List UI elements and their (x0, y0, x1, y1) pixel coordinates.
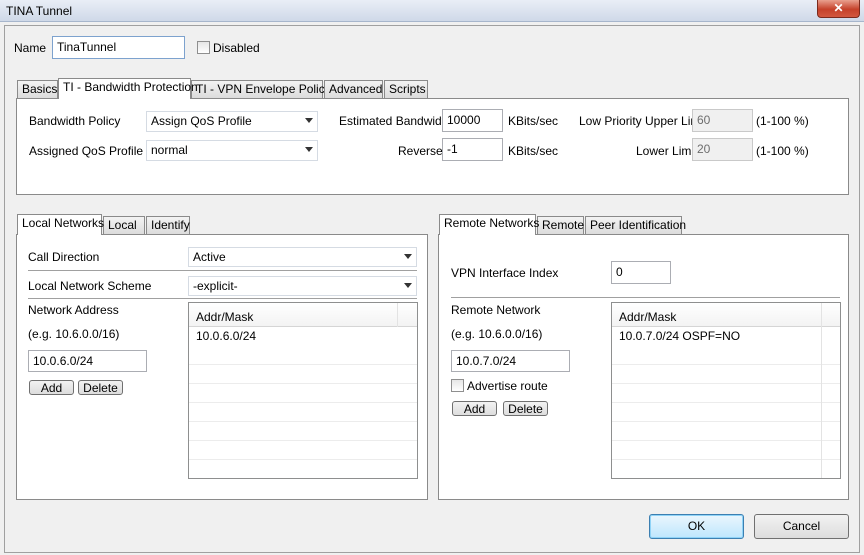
lower-limit-label: Lower Limit (636, 144, 698, 158)
tab-local-networks[interactable]: Local Networks (17, 214, 104, 235)
tab-vpn-envelope-policy[interactable]: TI - VPN Envelope Policy (191, 80, 331, 98)
name-label: Name (14, 41, 47, 55)
tab-basics[interactable]: Basics (17, 80, 58, 98)
tab-remote[interactable]: Remote (537, 216, 584, 234)
local-delete-button[interactable]: Delete (78, 380, 123, 395)
call-direction-select[interactable]: Active (188, 247, 417, 267)
remote-list-item[interactable]: 10.0.7.0/24 OSPF=NO (619, 329, 740, 343)
assigned-qos-label: Assigned QoS Profile (29, 144, 144, 158)
vpn-interface-index-label: VPN Interface Index (451, 266, 559, 280)
bandwidth-policy-select[interactable]: Assign QoS Profile (146, 111, 318, 132)
lower-limit-input[interactable]: 20 (692, 138, 753, 161)
bandwidth-policy-value: Assign QoS Profile (151, 114, 252, 128)
list-rows (612, 346, 840, 478)
low-priority-upper-input[interactable]: 60 (692, 109, 753, 132)
chevron-down-icon (404, 254, 412, 259)
low-priority-upper-range: (1-100 %) (756, 114, 809, 128)
remote-add-button[interactable]: Add (452, 401, 497, 416)
local-network-scheme-value: -explicit- (193, 279, 238, 293)
column-separator (821, 327, 822, 478)
call-direction-label: Call Direction (28, 250, 100, 264)
separator (28, 270, 417, 271)
remote-column-addr-mask[interactable]: Addr/Mask (619, 310, 676, 324)
remote-delete-button[interactable]: Delete (503, 401, 548, 416)
local-column-addr-mask[interactable]: Addr/Mask (196, 310, 253, 324)
estimated-bandwidth-unit: KBits/sec (508, 114, 559, 128)
assigned-qos-select[interactable]: normal (146, 140, 318, 161)
tab-advanced[interactable]: Advanced (324, 80, 383, 98)
tab-remote-networks[interactable]: Remote Networks (439, 214, 539, 235)
reverse-unit: KBits/sec (508, 144, 559, 158)
chevron-down-icon (404, 283, 412, 288)
name-input[interactable]: TinaTunnel (52, 36, 185, 59)
tab-peer-identification[interactable]: Peer Identification (585, 216, 686, 234)
ok-button[interactable]: OK (649, 514, 744, 539)
close-button[interactable]: ✕ (817, 0, 860, 18)
chevron-down-icon (305, 147, 313, 152)
local-network-scheme-label: Local Network Scheme (28, 279, 152, 293)
vpn-interface-index-input[interactable]: 0 (611, 261, 671, 284)
local-network-scheme-select[interactable]: -explicit- (188, 276, 417, 296)
close-icon: ✕ (833, 1, 844, 15)
bandwidth-policy-label: Bandwidth Policy (29, 114, 121, 128)
column-separator (821, 303, 822, 327)
local-list-item[interactable]: 10.0.6.0/24 (196, 329, 256, 343)
separator (28, 298, 417, 299)
network-address-label: Network Address (28, 303, 119, 317)
tab-scripts[interactable]: Scripts (384, 80, 428, 98)
remote-example-text: (e.g. 10.6.0.0/16) (451, 327, 543, 341)
reverse-label: Reverse (398, 144, 443, 158)
list-rows (189, 346, 417, 478)
disabled-checkbox[interactable] (197, 41, 210, 54)
remote-network-input[interactable]: 10.0.7.0/24 (451, 350, 570, 372)
low-priority-upper-label: Low Priority Upper Limit (579, 114, 707, 128)
title-bar (0, 0, 864, 22)
local-example-text: (e.g. 10.6.0.0/16) (28, 327, 120, 341)
tab-identify[interactable]: Identify (146, 216, 190, 234)
chevron-down-icon (305, 118, 313, 123)
cancel-button[interactable]: Cancel (754, 514, 849, 539)
lower-limit-range: (1-100 %) (756, 144, 809, 158)
tab-local[interactable]: Local (103, 216, 145, 234)
estimated-bandwidth-label: Estimated Bandwidth (339, 114, 452, 128)
window-title: TINA Tunnel (6, 4, 73, 18)
disabled-label: Disabled (213, 41, 260, 55)
column-separator (397, 303, 398, 327)
estimated-bandwidth-input[interactable]: 10000 (442, 109, 503, 132)
tab-bandwidth-protection[interactable]: TI - Bandwidth Protection (58, 78, 198, 99)
local-add-button[interactable]: Add (29, 380, 74, 395)
advertise-route-checkbox[interactable] (451, 379, 464, 392)
separator (451, 297, 840, 298)
local-network-input[interactable]: 10.0.6.0/24 (28, 350, 147, 372)
call-direction-value: Active (193, 250, 226, 264)
remote-network-label: Remote Network (451, 303, 541, 317)
reverse-input[interactable]: -1 (442, 138, 503, 161)
assigned-qos-value: normal (151, 143, 188, 157)
advertise-route-label: Advertise route (467, 379, 548, 393)
